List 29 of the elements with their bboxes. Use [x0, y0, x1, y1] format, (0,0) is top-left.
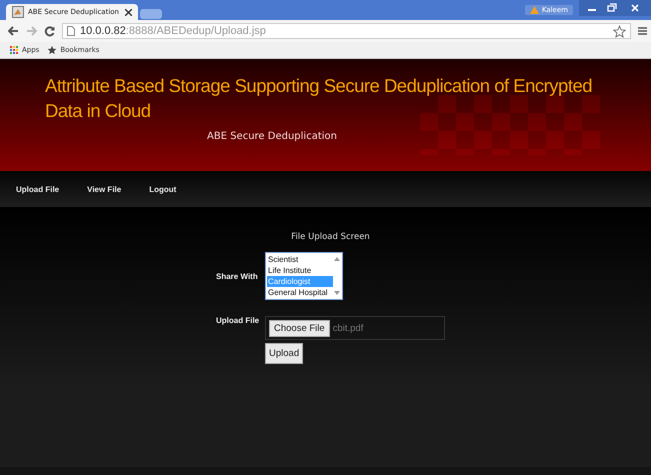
star-icon: [47, 45, 58, 55]
nav-link[interactable]: Upload File: [16, 184, 60, 194]
star-icon[interactable]: [613, 24, 626, 38]
file-input[interactable]: Choose File cbit.pdf: [265, 316, 445, 340]
apps-grid-icon: [10, 46, 19, 54]
file-name: cbit.pdf: [332, 322, 364, 334]
close-icon[interactable]: [125, 8, 132, 16]
site-title: Attribute Based Storage Supporting Secure Deduplication of Encrypted Data in Cloud: [45, 74, 594, 123]
share-list-box[interactable]: Scientist Life Institute Cardiologist General Hospital: [265, 252, 343, 300]
page-icon: [67, 26, 75, 36]
list-option[interactable]: Life Institute: [267, 265, 333, 276]
list-option[interactable]: Scientist: [267, 254, 333, 265]
field-label: Share With: [216, 272, 259, 280]
list-option[interactable]: General Hospital: [267, 287, 333, 298]
back-icon[interactable]: [8, 26, 19, 36]
choose-file-button[interactable]: Choose File: [269, 320, 330, 336]
form-heading: File Upload Screen: [290, 232, 371, 242]
warning-icon: [530, 6, 539, 14]
site-subtitle: ABE Secure Deduplication: [207, 131, 337, 142]
favicon-icon: [12, 6, 24, 18]
scroll-down-icon[interactable]: [334, 291, 340, 295]
address-bar[interactable]: 10.0.0.82:8888/ABEDedup/Upload.jsp: [62, 23, 631, 39]
nav-link[interactable]: Logout: [149, 184, 176, 194]
menu-icon[interactable]: [638, 26, 647, 36]
field-label: Upload File: [216, 316, 260, 325]
scroll-up-icon[interactable]: [334, 257, 340, 261]
nav-link[interactable]: View File: [87, 184, 122, 194]
upload-button[interactable]: Upload: [265, 343, 304, 364]
reload-icon[interactable]: [44, 26, 55, 36]
